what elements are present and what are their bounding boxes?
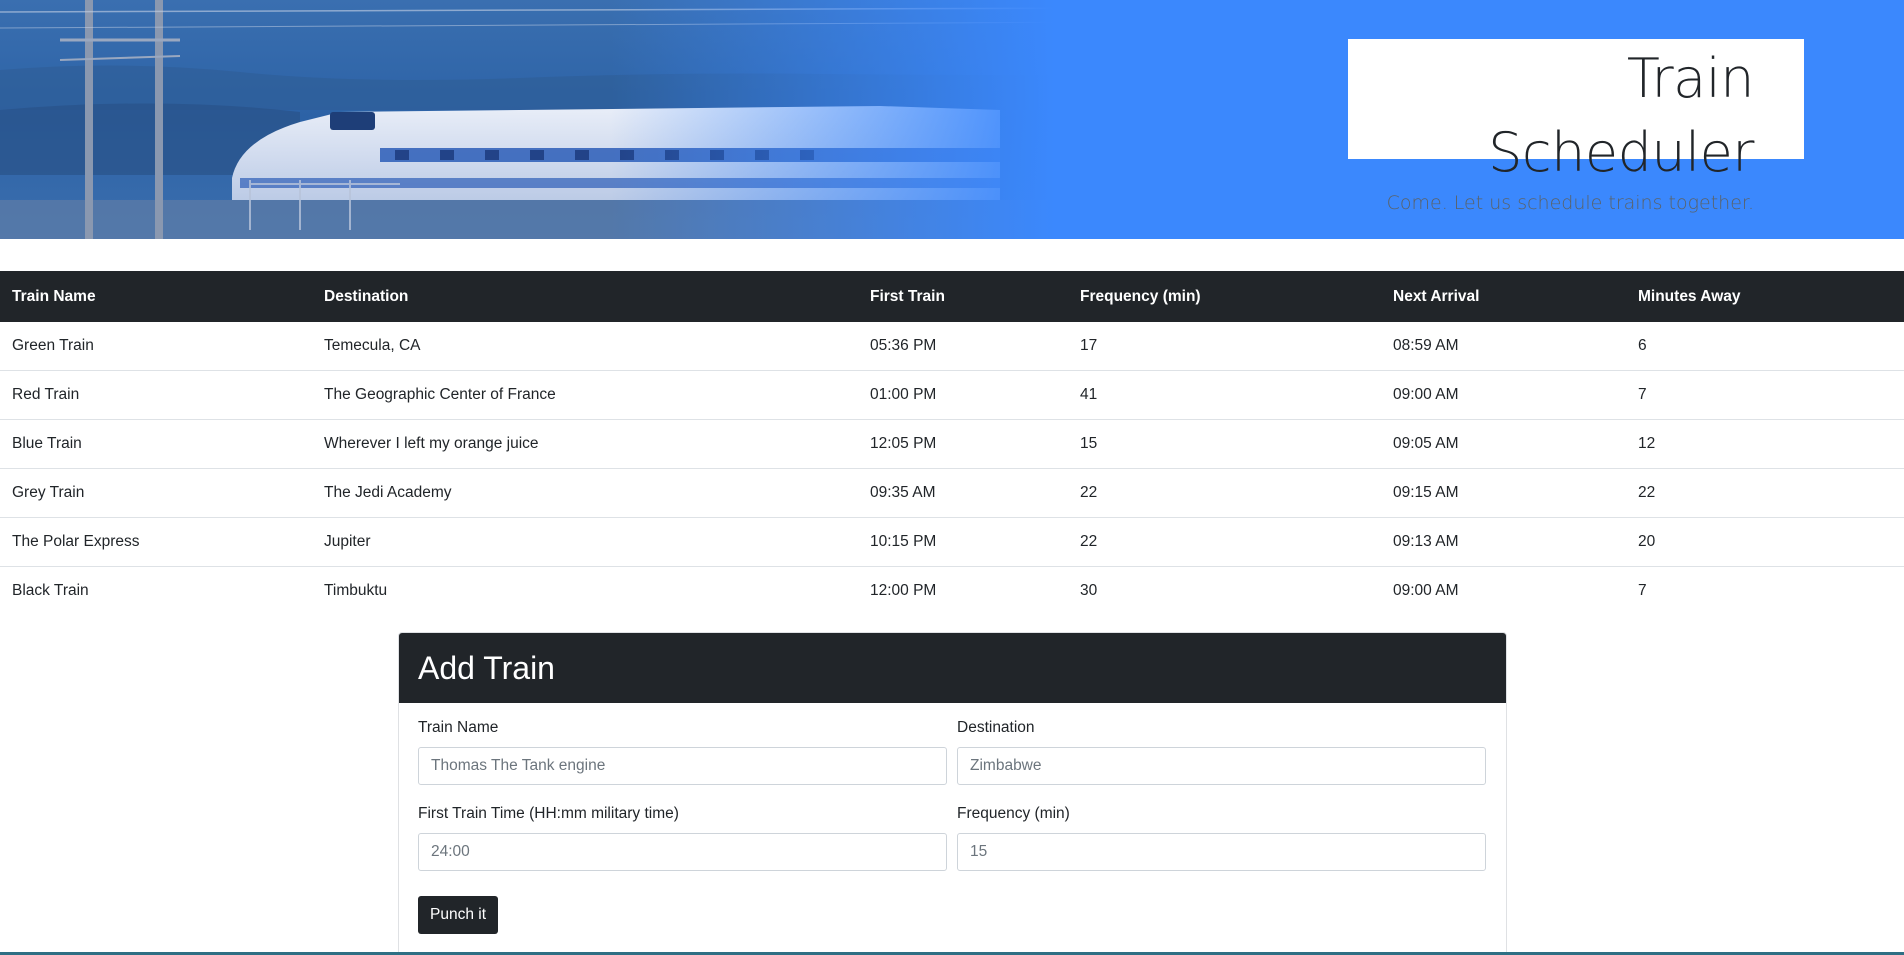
train-name-field: Train Name bbox=[418, 718, 947, 785]
frequency-input[interactable] bbox=[957, 833, 1486, 871]
add-train-card: Add Train Train Name Destination First T… bbox=[398, 632, 1507, 955]
cell-destination: The Geographic Center of France bbox=[312, 370, 858, 420]
cell-destination: Temecula, CA bbox=[324, 337, 421, 354]
cell-first-train: 05:36 PM bbox=[870, 337, 937, 354]
page-title: Train Scheduler bbox=[1488, 47, 1754, 184]
cell-frequency: 41 bbox=[1068, 370, 1381, 420]
cell-train-name: Green Train bbox=[12, 337, 94, 354]
cell-minutes-away: 6 bbox=[1638, 337, 1647, 354]
page-subtitle: Come. Let us schedule trains together. bbox=[1386, 192, 1754, 214]
cell-first-train: 12:05 PM bbox=[858, 419, 1068, 469]
cell-frequency: 22 bbox=[1068, 468, 1381, 518]
table-header-row: Train Name Destination First Train Frequ… bbox=[0, 271, 1904, 322]
destination-input[interactable] bbox=[957, 747, 1486, 785]
cell-frequency: 30 bbox=[1068, 566, 1381, 615]
column-header-destination: Destination bbox=[324, 287, 409, 305]
cell-next-arrival: 09:15 AM bbox=[1381, 468, 1626, 518]
cell-next-arrival: 09:00 AM bbox=[1381, 566, 1626, 615]
cell-train-name: Black Train bbox=[0, 566, 312, 615]
train-name-label: Train Name bbox=[418, 719, 499, 736]
cell-train-name: Grey Train bbox=[0, 468, 312, 518]
first-train-time-label: First Train Time (HH:mm military time) bbox=[418, 805, 679, 822]
frequency-field: Frequency (min) bbox=[957, 804, 1486, 871]
cell-minutes-away: 7 bbox=[1626, 566, 1904, 615]
cell-next-arrival: 08:59 AM bbox=[1393, 337, 1459, 354]
cell-first-train: 09:35 AM bbox=[858, 468, 1068, 518]
cell-train-name: Blue Train bbox=[0, 419, 312, 469]
column-header-first-train: First Train bbox=[870, 287, 945, 305]
table-row: Red Train The Geographic Center of Franc… bbox=[0, 370, 1904, 420]
cell-next-arrival: 09:00 AM bbox=[1381, 370, 1626, 420]
cell-train-name: The Polar Express bbox=[0, 517, 312, 567]
cell-frequency: 15 bbox=[1068, 419, 1381, 469]
cell-frequency: 17 bbox=[1080, 337, 1098, 354]
train-photo bbox=[0, 0, 1110, 239]
cell-next-arrival: 09:13 AM bbox=[1381, 517, 1626, 567]
column-header-frequency: Frequency (min) bbox=[1080, 287, 1201, 305]
cell-destination: Timbuktu bbox=[312, 566, 858, 615]
column-header-minutes-away: Minutes Away bbox=[1638, 287, 1741, 305]
cell-next-arrival: 09:05 AM bbox=[1381, 419, 1626, 469]
frequency-label: Frequency (min) bbox=[957, 805, 1070, 822]
add-train-card-header: Add Train bbox=[399, 633, 1506, 703]
table-row: Black Train Timbuktu 12:00 PM 30 09:00 A… bbox=[0, 566, 1904, 615]
page: Train Scheduler Come. Let us schedule tr… bbox=[0, 0, 1904, 955]
cell-first-train: 10:15 PM bbox=[858, 517, 1068, 567]
table-row: Grey Train The Jedi Academy 09:35 AM 22 … bbox=[0, 468, 1904, 518]
hero-banner: Train Scheduler Come. Let us schedule tr… bbox=[0, 0, 1904, 239]
table-row: Green Train Temecula, CA 05:36 PM 17 08:… bbox=[0, 322, 1904, 371]
table-row: Blue Train Wherever I left my orange jui… bbox=[0, 419, 1904, 469]
cell-minutes-away: 7 bbox=[1626, 370, 1904, 420]
title-box: Train Scheduler Come. Let us schedule tr… bbox=[1348, 39, 1804, 214]
train-name-input[interactable] bbox=[418, 747, 947, 785]
destination-label: Destination bbox=[957, 719, 1035, 736]
train-schedule-table: Train Name Destination First Train Frequ… bbox=[0, 271, 1904, 615]
cell-destination: Jupiter bbox=[312, 517, 858, 567]
cell-minutes-away: 12 bbox=[1626, 419, 1904, 469]
column-header-train-name: Train Name bbox=[12, 287, 96, 305]
cell-destination: Wherever I left my orange juice bbox=[312, 419, 858, 469]
column-header-next-arrival: Next Arrival bbox=[1393, 287, 1480, 305]
destination-field: Destination bbox=[957, 718, 1486, 785]
cell-train-name: Red Train bbox=[0, 370, 312, 420]
cell-first-train: 01:00 PM bbox=[858, 370, 1068, 420]
add-train-heading: Add Train bbox=[418, 650, 555, 686]
cell-frequency: 22 bbox=[1068, 517, 1381, 567]
table-row: The Polar Express Jupiter 10:15 PM 22 09… bbox=[0, 517, 1904, 567]
cell-minutes-away: 20 bbox=[1626, 517, 1904, 567]
cell-destination: The Jedi Academy bbox=[312, 468, 858, 518]
first-train-time-field: First Train Time (HH:mm military time) bbox=[418, 804, 947, 871]
punch-it-button[interactable]: Punch it bbox=[418, 896, 499, 934]
first-train-time-input[interactable] bbox=[418, 833, 947, 871]
cell-first-train: 12:00 PM bbox=[858, 566, 1068, 615]
cell-minutes-away: 22 bbox=[1626, 468, 1904, 518]
